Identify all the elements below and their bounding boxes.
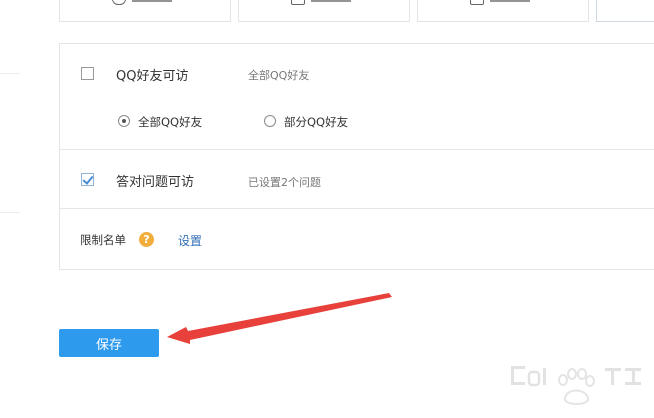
watermark-logo-icon	[511, 366, 641, 405]
annotation-arrow-icon	[167, 293, 392, 344]
